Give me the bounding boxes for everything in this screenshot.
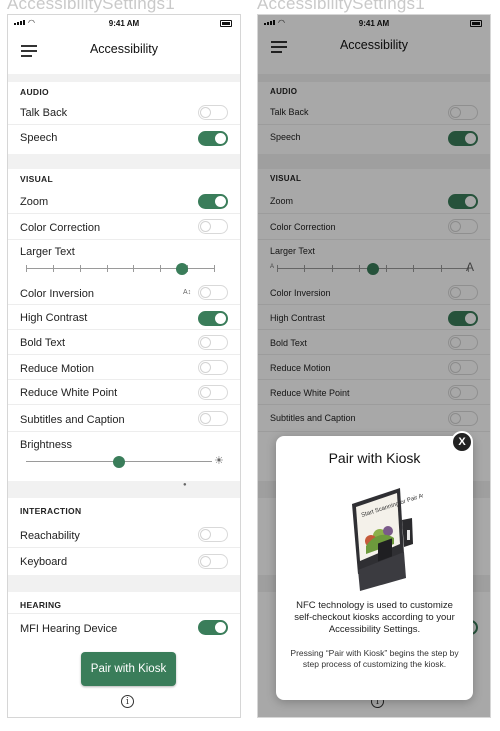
row-label-reduce-white-point: Reduce White Point bbox=[20, 387, 118, 399]
row-label-reachability: Reachability bbox=[20, 530, 80, 542]
app-bar: Accessibility bbox=[8, 33, 240, 71]
row-divider bbox=[8, 329, 240, 330]
toggle-keyboard[interactable] bbox=[198, 554, 228, 569]
toggle-knob bbox=[200, 287, 211, 298]
pair-with-kiosk-dialog: Pair with Kiosk Start Scanning or Pair A… bbox=[276, 436, 473, 700]
toggle-reduce-motion[interactable] bbox=[198, 360, 228, 375]
toggle-subtitles-caption[interactable] bbox=[198, 411, 228, 426]
row-label-reduce-motion: Reduce Motion bbox=[20, 363, 94, 375]
slider-tick bbox=[79, 265, 81, 272]
close-dialog-button[interactable]: X bbox=[451, 431, 473, 453]
row-label-color-correction: Color Correction bbox=[20, 222, 101, 234]
dialog-note: Pressing “Pair with Kiosk” begins the st… bbox=[290, 648, 459, 669]
toggle-knob bbox=[215, 196, 226, 207]
self-checkout-kiosk-illustration: Start Scanning or Pair App bbox=[352, 488, 423, 591]
row-divider bbox=[8, 304, 240, 305]
toggle-mfi-hearing-device[interactable] bbox=[198, 620, 228, 635]
row-divider bbox=[8, 404, 240, 405]
slider-tick bbox=[214, 265, 215, 272]
toggle-high-contrast[interactable] bbox=[198, 311, 228, 326]
toggle-color-inversion[interactable] bbox=[198, 285, 228, 300]
slider-tick bbox=[160, 265, 162, 272]
larger-text-slider[interactable] bbox=[26, 263, 215, 275]
toggle-knob bbox=[215, 622, 226, 633]
row-label-zoom: Zoom bbox=[20, 196, 49, 208]
phone-screen-settings: ◠ 9:41 AM Accessibility AUDIO Talk Back … bbox=[7, 14, 241, 718]
toggle-knob bbox=[200, 529, 211, 540]
page-title: Accessibility bbox=[89, 42, 159, 56]
row-label-keyboard: Keyboard bbox=[20, 556, 68, 568]
row-divider bbox=[8, 239, 240, 240]
row-label-color-inversion: Color Inversion bbox=[20, 288, 94, 300]
toggle-knob bbox=[200, 362, 211, 373]
toggle-knob bbox=[200, 387, 211, 398]
dialog-body: NFC technology is used to customize self… bbox=[294, 600, 455, 635]
pair-with-kiosk-button[interactable]: Pair with Kiosk bbox=[81, 652, 176, 686]
section-divider bbox=[8, 575, 240, 592]
section-divider bbox=[8, 154, 240, 169]
info-icon[interactable]: i bbox=[121, 695, 134, 708]
row-label-high-contrast: High Contrast bbox=[20, 312, 88, 324]
status-bar: ◠ 9:41 AM bbox=[8, 15, 240, 33]
brightness-slider[interactable] bbox=[26, 456, 212, 468]
frame-title: AccessibilitySettings1 bbox=[7, 0, 175, 13]
section-header-visual: VISUAL bbox=[20, 174, 53, 184]
frame-title: AccessibilitySettings1 bbox=[257, 0, 425, 13]
section-divider bbox=[8, 481, 240, 498]
row-label-bold-text: Bold Text bbox=[20, 337, 66, 349]
row-label-mfi-hearing-device: MFI Hearing Device bbox=[20, 623, 118, 635]
toggle-knob bbox=[215, 133, 226, 144]
toggle-reduce-white-point[interactable] bbox=[198, 385, 228, 400]
section-header-hearing: HEARING bbox=[20, 600, 62, 610]
slider-thumb[interactable] bbox=[176, 263, 189, 275]
sun-icon: ☀ bbox=[214, 455, 224, 467]
slider-thumb[interactable] bbox=[113, 456, 125, 468]
phone-screen-pair-modal: ◠ 9:41 AM Accessibility AUDIO Talk Back … bbox=[257, 14, 491, 718]
row-divider bbox=[8, 547, 240, 548]
text-size-glyph: A↕ bbox=[183, 289, 192, 296]
toggle-knob bbox=[200, 556, 211, 567]
handle-dot-icon: ● bbox=[183, 482, 187, 488]
toggle-bold-text[interactable] bbox=[198, 335, 228, 350]
row-label-talk-back: Talk Back bbox=[20, 107, 68, 119]
row-divider bbox=[8, 613, 240, 614]
toggle-reachability[interactable] bbox=[198, 527, 228, 542]
row-divider bbox=[8, 379, 240, 380]
toggle-knob bbox=[215, 313, 226, 324]
toggle-talk-back[interactable] bbox=[198, 105, 228, 120]
slider-tick bbox=[106, 265, 108, 272]
slider-tick bbox=[52, 265, 54, 272]
row-divider bbox=[8, 354, 240, 355]
status-time: 9:41 AM bbox=[108, 19, 140, 28]
toggle-knob bbox=[200, 221, 211, 232]
slider-tick bbox=[26, 265, 27, 272]
row-label-larger-text: Larger Text bbox=[20, 246, 75, 258]
section-header-interaction: INTERACTION bbox=[20, 506, 82, 516]
section-header-audio: AUDIO bbox=[20, 87, 49, 97]
row-label-brightness: Brightness bbox=[20, 439, 72, 451]
row-divider bbox=[8, 431, 240, 432]
section-divider bbox=[8, 74, 240, 82]
toggle-knob bbox=[200, 107, 211, 118]
toggle-zoom[interactable] bbox=[198, 194, 228, 209]
battery-icon bbox=[220, 20, 232, 27]
dialog-title: Pair with Kiosk bbox=[328, 450, 421, 466]
row-label-subtitles-caption: Subtitles and Caption bbox=[20, 414, 125, 426]
row-label-speech: Speech bbox=[20, 132, 58, 144]
toggle-color-correction[interactable] bbox=[198, 219, 228, 234]
row-divider bbox=[8, 213, 240, 214]
toggle-knob bbox=[200, 337, 211, 348]
slider-tick bbox=[133, 265, 135, 272]
toggle-knob bbox=[200, 413, 211, 424]
toggle-speech[interactable] bbox=[198, 131, 228, 146]
row-divider bbox=[8, 124, 240, 125]
